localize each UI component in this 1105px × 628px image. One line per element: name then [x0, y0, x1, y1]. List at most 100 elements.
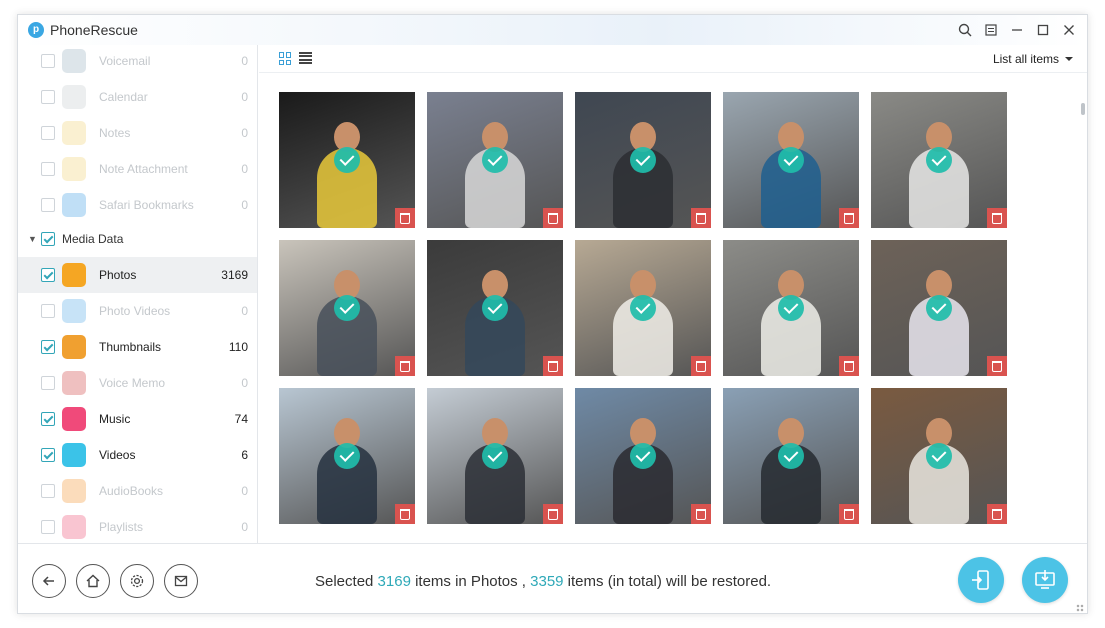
trash-icon[interactable] [839, 208, 859, 228]
sidebar-group-label: Media Data [62, 232, 124, 246]
list-view-icon[interactable] [299, 52, 312, 64]
search-icon[interactable] [955, 20, 975, 40]
sidebar-checkbox[interactable] [41, 198, 55, 212]
grid-view-icon[interactable] [279, 52, 292, 65]
sidebar-item-voicemail[interactable]: Voicemail 0 [18, 45, 257, 79]
sidebar-checkbox[interactable] [41, 126, 55, 140]
sidebar-item-note-attachment[interactable]: Note Attachment 0 [18, 151, 257, 187]
sidebar-checkbox[interactable] [41, 484, 55, 498]
photo-thumbnail[interactable] [723, 388, 859, 524]
photo-thumbnail[interactable] [279, 92, 415, 228]
sidebar-item-calendar[interactable]: Calendar 0 [18, 79, 257, 115]
photo-thumbnail[interactable] [427, 92, 563, 228]
sidebar-item-safari-bookmarks[interactable]: Safari Bookmarks 0 [18, 187, 257, 223]
sidebar-item-label: Note Attachment [99, 162, 188, 176]
trash-icon[interactable] [839, 504, 859, 524]
sidebar-item-notes[interactable]: Notes 0 [18, 115, 257, 151]
trash-icon[interactable] [987, 504, 1007, 524]
sidebar-group-media-data[interactable]: ▼ Media Data [18, 226, 257, 252]
photo-thumbnail[interactable] [723, 92, 859, 228]
selected-check-icon[interactable] [482, 443, 508, 469]
selected-check-icon[interactable] [630, 443, 656, 469]
resize-grip[interactable] [1076, 604, 1084, 612]
selected-check-icon[interactable] [334, 147, 360, 173]
photo-thumbnail[interactable] [871, 92, 1007, 228]
sidebar-item-label: Photo Videos [99, 304, 171, 318]
sidebar-item-thumbnails[interactable]: Thumbnails 110 [18, 329, 257, 365]
app-window: p PhoneRescue Voicemail 0 Calendar 0 Notes 0 N… [17, 14, 1088, 614]
group-checkbox[interactable] [41, 232, 55, 246]
feedback-button[interactable] [164, 564, 198, 598]
photo-thumbnail[interactable] [575, 388, 711, 524]
sidebar-item-music[interactable]: Music 74 [18, 401, 257, 437]
sidebar-checkbox[interactable] [41, 340, 55, 354]
sidebar-item-label: Notes [99, 126, 131, 140]
trash-icon[interactable] [691, 208, 711, 228]
sidebar-checkbox[interactable] [41, 162, 55, 176]
sidebar-checkbox[interactable] [41, 90, 55, 104]
photo-thumbnail[interactable] [427, 388, 563, 524]
photo-thumbnail[interactable] [723, 240, 859, 376]
sidebar-item-label: Videos [99, 448, 136, 462]
trash-icon[interactable] [987, 208, 1007, 228]
chevron-down-icon [1065, 57, 1073, 61]
trash-icon[interactable] [543, 504, 563, 524]
scrollbar[interactable] [1081, 103, 1085, 115]
selected-check-icon[interactable] [926, 147, 952, 173]
selected-check-icon[interactable] [630, 147, 656, 173]
trash-icon[interactable] [691, 504, 711, 524]
selected-check-icon[interactable] [778, 147, 804, 173]
footer-bar: Selected 3169 items in Photos , 3359 ite… [18, 543, 1087, 613]
back-button[interactable] [32, 564, 66, 598]
trash-icon[interactable] [543, 356, 563, 376]
photo-thumbnail[interactable] [279, 388, 415, 524]
sidebar-checkbox[interactable] [41, 54, 55, 68]
selected-check-icon[interactable] [778, 295, 804, 321]
selected-check-icon[interactable] [482, 295, 508, 321]
sidebar-item-photo-videos[interactable]: Photo Videos 0 [18, 293, 257, 329]
sidebar-item-audiobooks[interactable]: AudioBooks 0 [18, 473, 257, 509]
selected-check-icon[interactable] [334, 295, 360, 321]
sidebar-checkbox[interactable] [41, 268, 55, 282]
sidebar-item-photos[interactable]: Photos 3169 [18, 257, 257, 293]
app-title: PhoneRescue [50, 22, 138, 38]
close-icon[interactable] [1059, 20, 1079, 40]
selected-check-icon[interactable] [630, 295, 656, 321]
photo-thumbnail[interactable] [871, 240, 1007, 376]
recover-to-device-button[interactable] [958, 557, 1004, 603]
sidebar-checkbox[interactable] [41, 304, 55, 318]
trash-icon[interactable] [395, 356, 415, 376]
sidebar-checkbox[interactable] [41, 448, 55, 462]
maximize-icon[interactable] [1033, 20, 1053, 40]
photo-thumbnail[interactable] [871, 388, 1007, 524]
menu-icon[interactable] [981, 20, 1001, 40]
settings-button[interactable] [120, 564, 154, 598]
selected-check-icon[interactable] [778, 443, 804, 469]
selected-check-icon[interactable] [926, 443, 952, 469]
selected-check-icon[interactable] [482, 147, 508, 173]
trash-icon[interactable] [395, 208, 415, 228]
trash-icon[interactable] [839, 356, 859, 376]
selected-check-icon[interactable] [334, 443, 360, 469]
trash-icon[interactable] [395, 504, 415, 524]
photo-thumbnail[interactable] [575, 92, 711, 228]
filter-dropdown[interactable]: List all items [993, 52, 1073, 66]
selected-check-icon[interactable] [926, 295, 952, 321]
photo-thumbnail[interactable] [427, 240, 563, 376]
photo-thumbnail[interactable] [279, 240, 415, 376]
minimize-icon[interactable] [1007, 20, 1027, 40]
sidebar-checkbox[interactable] [41, 520, 55, 534]
caret-down-icon[interactable]: ▼ [28, 234, 37, 244]
trash-icon[interactable] [543, 208, 563, 228]
safari-icon [62, 193, 86, 217]
sidebar-checkbox[interactable] [41, 412, 55, 426]
trash-icon[interactable] [987, 356, 1007, 376]
sidebar-item-playlists[interactable]: Playlists 0 [18, 509, 257, 543]
home-button[interactable] [76, 564, 110, 598]
trash-icon[interactable] [691, 356, 711, 376]
recover-to-computer-button[interactable] [1022, 557, 1068, 603]
sidebar-item-videos[interactable]: Videos 6 [18, 437, 257, 473]
photo-thumbnail[interactable] [575, 240, 711, 376]
sidebar-item-voice-memo[interactable]: Voice Memo 0 [18, 365, 257, 401]
sidebar-checkbox[interactable] [41, 376, 55, 390]
